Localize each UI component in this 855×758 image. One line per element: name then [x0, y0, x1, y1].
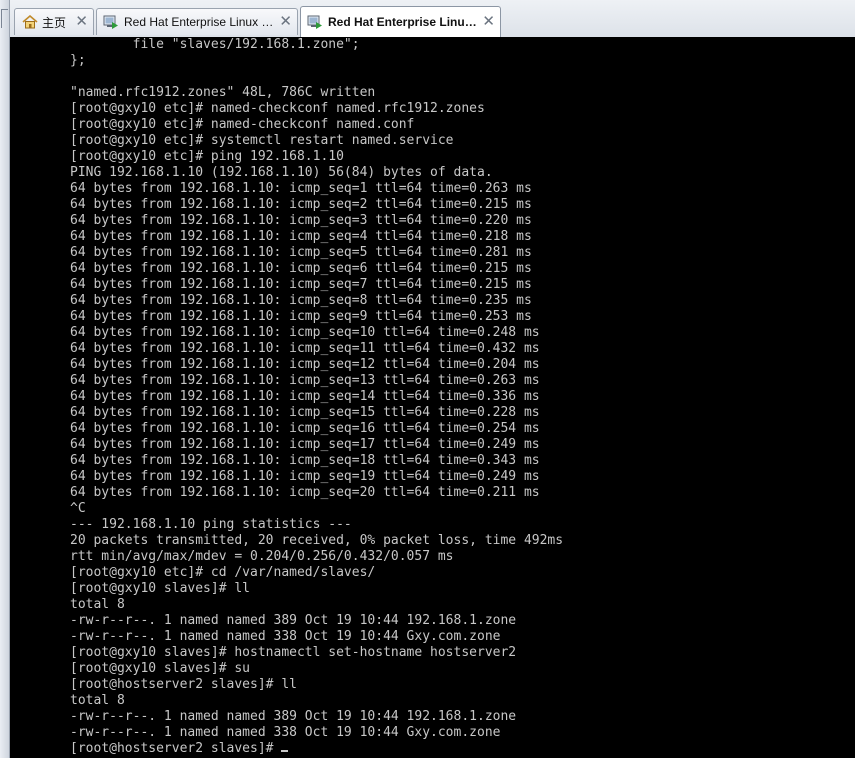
vmware-window: 主页 ✕ Red Hat Enterprise Linux 8.0 ... ✕	[0, 0, 855, 758]
text-cursor	[281, 750, 289, 752]
terminal-line: [root@gxy10 etc]# ping 192.168.1.10	[70, 149, 344, 164]
terminal-line: 64 bytes from 192.168.1.10: icmp_seq=7 t…	[70, 277, 532, 292]
terminal-line: 20 packets transmitted, 20 received, 0% …	[70, 533, 564, 548]
tab-rhel-active-close-icon[interactable]: ✕	[482, 14, 495, 29]
terminal-line: 64 bytes from 192.168.1.10: icmp_seq=11 …	[70, 341, 540, 356]
terminal-line: 64 bytes from 192.168.1.10: icmp_seq=10 …	[70, 325, 540, 340]
terminal-line: --- 192.168.1.10 ping statistics ---	[70, 517, 352, 532]
window-edge-mark	[1, 9, 8, 28]
tab-home-label: 主页	[42, 15, 67, 30]
terminal-line: -rw-r--r--. 1 named named 338 Oct 19 10:…	[70, 725, 501, 740]
terminal-line: 64 bytes from 192.168.1.10: icmp_seq=4 t…	[70, 229, 532, 244]
terminal-line: 64 bytes from 192.168.1.10: icmp_seq=2 t…	[70, 197, 532, 212]
terminal-line: total 8	[70, 597, 125, 612]
terminal-line: 64 bytes from 192.168.1.10: icmp_seq=16 …	[70, 421, 540, 436]
terminal-line: [root@gxy10 slaves]# su	[70, 661, 251, 676]
terminal-line: };	[70, 53, 86, 68]
tab-rhel-8-0[interactable]: Red Hat Enterprise Linux 8.0 ... ✕	[96, 8, 298, 35]
terminal-line: [root@gxy10 etc]# cd /var/named/slaves/	[70, 565, 376, 580]
terminal-line: [root@gxy10 etc]# named-checkconf named.…	[70, 117, 415, 132]
tab-rhel-8-0-close-icon[interactable]: ✕	[279, 14, 292, 29]
terminal-line: [root@gxy10 etc]# named-checkconf named.…	[70, 101, 485, 116]
terminal-line: [root@hostserver2 slaves]#	[70, 741, 563, 757]
terminal-line: [root@hostserver2 slaves]# ll	[70, 677, 297, 692]
terminal-line: 64 bytes from 192.168.1.10: icmp_seq=12 …	[70, 357, 540, 372]
home-icon	[22, 14, 38, 29]
terminal-line: -rw-r--r--. 1 named named 338 Oct 19 10:…	[70, 629, 501, 644]
terminal-line: file "slaves/192.168.1.zone";	[70, 37, 360, 52]
terminal-line: PING 192.168.1.10 (192.168.1.10) 56(84) …	[70, 165, 493, 180]
tab-bar: 主页 ✕ Red Hat Enterprise Linux 8.0 ... ✕	[10, 0, 855, 38]
terminal-line: [root@gxy10 etc]# systemctl restart name…	[70, 133, 454, 148]
vm-icon	[103, 15, 119, 30]
terminal-line: ^C	[70, 501, 86, 516]
tab-home[interactable]: 主页 ✕	[14, 8, 94, 35]
terminal-line: total 8	[70, 693, 125, 708]
terminal-line: 64 bytes from 192.168.1.10: icmp_seq=8 t…	[70, 293, 532, 308]
tab-rhel-active[interactable]: Red Hat Enterprise Linux ... ✕	[300, 6, 501, 37]
terminal-line: 64 bytes from 192.168.1.10: icmp_seq=14 …	[70, 389, 540, 404]
terminal-line: 64 bytes from 192.168.1.10: icmp_seq=5 t…	[70, 245, 532, 260]
terminal-line: 64 bytes from 192.168.1.10: icmp_seq=1 t…	[70, 181, 532, 196]
terminal-line: 64 bytes from 192.168.1.10: icmp_seq=9 t…	[70, 309, 532, 324]
terminal-line: 64 bytes from 192.168.1.10: icmp_seq=15 …	[70, 405, 540, 420]
terminal-line: rtt min/avg/max/mdev = 0.204/0.256/0.432…	[70, 549, 454, 564]
tab-rhel-active-label: Red Hat Enterprise Linux ...	[328, 15, 480, 29]
vm-console[interactable]: file "slaves/192.168.1.zone";}; "named.rf…	[10, 37, 855, 758]
left-window-edge	[0, 0, 10, 758]
terminal-line: 64 bytes from 192.168.1.10: icmp_seq=6 t…	[70, 261, 532, 276]
tab-home-close-icon[interactable]: ✕	[75, 14, 88, 29]
terminal-output: file "slaves/192.168.1.zone";}; "named.rf…	[70, 37, 563, 757]
terminal-line: 64 bytes from 192.168.1.10: icmp_seq=18 …	[70, 453, 540, 468]
terminal-line: [root@gxy10 slaves]# hostnamectl set-hos…	[70, 645, 517, 660]
tab-rhel-8-0-label: Red Hat Enterprise Linux 8.0 ...	[124, 15, 279, 29]
terminal-line: 64 bytes from 192.168.1.10: icmp_seq=20 …	[70, 485, 540, 500]
terminal-line: "named.rfc1912.zones" 48L, 786C written	[70, 85, 376, 100]
terminal-line: 64 bytes from 192.168.1.10: icmp_seq=13 …	[70, 373, 540, 388]
terminal-line: 64 bytes from 192.168.1.10: icmp_seq=3 t…	[70, 213, 532, 228]
terminal-line: -rw-r--r--. 1 named named 389 Oct 19 10:…	[70, 613, 517, 628]
terminal-line: 64 bytes from 192.168.1.10: icmp_seq=17 …	[70, 437, 540, 452]
terminal-line: [root@gxy10 slaves]# ll	[70, 581, 251, 596]
terminal-line: 64 bytes from 192.168.1.10: icmp_seq=19 …	[70, 469, 540, 484]
terminal-line: -rw-r--r--. 1 named named 389 Oct 19 10:…	[70, 709, 517, 724]
vm-icon	[307, 15, 323, 30]
